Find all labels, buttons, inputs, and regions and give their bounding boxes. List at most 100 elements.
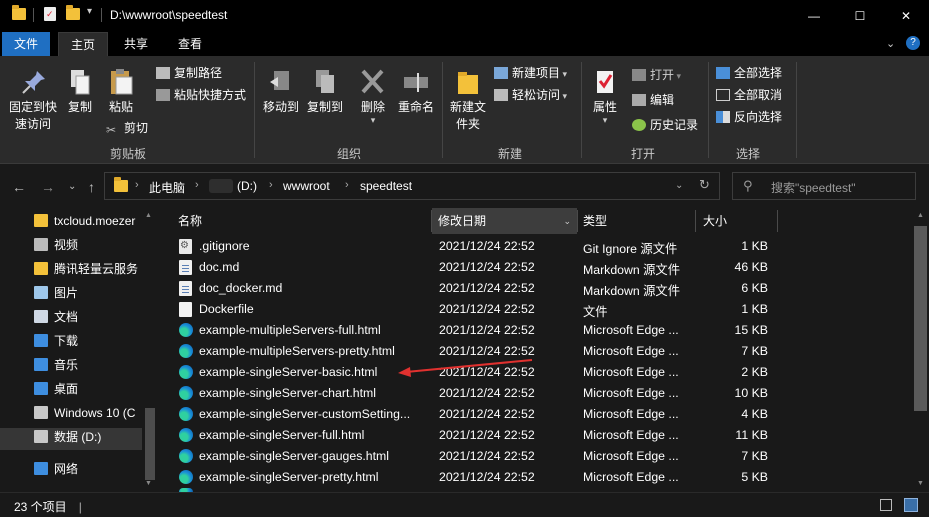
nav-item-label[interactable]: Windows 10 (C bbox=[54, 402, 142, 424]
chevron-right-icon[interactable]: › bbox=[135, 179, 139, 191]
file-row[interactable]: example-singleServer-chart.html 2021/12/2… bbox=[160, 383, 912, 404]
recent-locations-chevron-icon[interactable]: ⌄ bbox=[68, 181, 76, 192]
move-to-label: 移动到 bbox=[262, 100, 299, 114]
file-row[interactable]: Dockerfile 2021/12/24 22:52 文件 1 KB bbox=[160, 299, 912, 320]
paste-icon bbox=[106, 68, 136, 96]
maximize-button[interactable]: ☐ bbox=[837, 0, 883, 32]
address-bar[interactable]: › 此电脑 › (D:) › wwwroot › speedtest ⌄ ↻ bbox=[104, 172, 720, 200]
minimize-button[interactable]: — bbox=[791, 0, 837, 32]
open-button[interactable]: 打开 ▾ bbox=[632, 67, 681, 84]
up-arrow-icon[interactable]: ↑ bbox=[88, 179, 95, 195]
customize-dropdown-icon[interactable]: ▾ bbox=[87, 6, 92, 17]
tab-file[interactable]: 文件 bbox=[2, 32, 51, 56]
file-row[interactable]: doc_docker.md 2021/12/24 22:52 Markdown 源文… bbox=[160, 278, 912, 299]
status-bar: 23 个项目 | bbox=[0, 492, 929, 517]
copy-path-button[interactable]: 复制路径 bbox=[156, 65, 222, 81]
search-box[interactable]: ⚲ 搜索"speedtest" bbox=[732, 172, 916, 200]
pin-quick-access-button[interactable]: 固定到快速访问 bbox=[4, 68, 62, 133]
file-size: 6 KB bbox=[741, 281, 768, 295]
tab-view[interactable]: 查看 bbox=[166, 32, 214, 56]
nav-item-label[interactable]: 网络 bbox=[54, 458, 142, 480]
column-header-name[interactable]: 名称 bbox=[172, 208, 430, 234]
copy-button[interactable]: 复制 bbox=[62, 68, 98, 116]
open-group-label: 打开 bbox=[631, 147, 656, 161]
copy-label: 复制 bbox=[67, 100, 92, 114]
easy-access-button[interactable]: 轻松访问 ▾ bbox=[494, 87, 567, 104]
scroll-up-icon[interactable]: ▲ bbox=[145, 212, 152, 219]
nav-item-label[interactable]: 腾讯轻量云服务 bbox=[54, 258, 142, 280]
scroll-down-icon[interactable]: ▼ bbox=[145, 480, 152, 487]
history-button[interactable]: 历史记录 bbox=[632, 117, 698, 133]
refresh-icon[interactable]: ↻ bbox=[699, 177, 710, 193]
address-history-chevron-icon[interactable]: ⌄ bbox=[675, 180, 683, 191]
copy-to-button[interactable]: 复制到 bbox=[303, 68, 347, 116]
nav-item-label[interactable]: 图片 bbox=[54, 282, 142, 304]
back-arrow-icon[interactable]: ← bbox=[12, 179, 26, 195]
file-row[interactable]: example-singleServer-pretty.html 2021/12/… bbox=[160, 467, 912, 488]
nav-item-label[interactable]: txcloud.moezer bbox=[54, 210, 142, 232]
file-list-scrollbar-thumb[interactable] bbox=[914, 226, 927, 411]
file-row[interactable]: example-singleServer-gauges.html 2021/12/… bbox=[160, 446, 912, 467]
help-icon[interactable]: ? bbox=[906, 36, 920, 50]
tab-share[interactable]: 共享 bbox=[112, 32, 160, 56]
properties-quick-icon[interactable]: ✓ bbox=[44, 7, 56, 21]
rename-button[interactable]: 重命名 bbox=[394, 68, 438, 116]
file-type: Microsoft Edge ... bbox=[583, 470, 679, 484]
copy-to-icon bbox=[310, 68, 340, 96]
nav-item-label[interactable]: 桌面 bbox=[54, 378, 142, 400]
nav-item-label[interactable]: 文档 bbox=[54, 306, 142, 328]
file-row[interactable]: example-multipleServers-pretty.html 2021/… bbox=[160, 341, 912, 362]
details-view-icon[interactable] bbox=[880, 499, 892, 511]
tab-home[interactable]: 主页 bbox=[58, 32, 109, 56]
forward-arrow-icon[interactable]: → bbox=[41, 179, 55, 195]
properties-button[interactable]: 属性 ▾ bbox=[585, 68, 625, 125]
new-item-button[interactable]: 新建项目 ▾ bbox=[494, 65, 567, 82]
windows-drive-icon bbox=[34, 406, 48, 419]
search-placeholder: 搜索"speedtest" bbox=[771, 181, 856, 195]
nav-scrollbar-thumb[interactable] bbox=[145, 408, 155, 480]
breadcrumb-speedtest[interactable]: speedtest bbox=[360, 179, 412, 193]
network-icon bbox=[34, 462, 48, 475]
file-row[interactable]: doc.md 2021/12/24 22:52 Markdown 源文件 46 KB bbox=[160, 257, 912, 278]
chevron-down-icon[interactable]: ⌄ bbox=[563, 208, 571, 234]
chevron-right-icon[interactable]: › bbox=[269, 179, 273, 191]
move-to-button[interactable]: 移动到 bbox=[259, 68, 303, 116]
breadcrumb-this-pc[interactable]: 此电脑 bbox=[149, 179, 185, 196]
edge-icon bbox=[179, 323, 193, 337]
new-folder-quick-icon[interactable] bbox=[66, 5, 80, 20]
edit-button[interactable]: 编辑 bbox=[632, 92, 674, 108]
history-icon bbox=[632, 119, 646, 131]
new-folder-button[interactable]: 新建文件夹 bbox=[446, 68, 490, 133]
cut-button[interactable]: ✂ 剪切 bbox=[106, 120, 148, 136]
file-row[interactable]: example-singleServer-full.html 2021/12/24… bbox=[160, 425, 912, 446]
file-row[interactable]: example-singleServer-customSetting... 202… bbox=[160, 404, 912, 425]
nav-item-label[interactable]: 数据 (D:) bbox=[54, 426, 142, 448]
column-header-date[interactable]: 修改日期 ⌄ bbox=[432, 208, 577, 234]
file-row[interactable]: .gitignore 2021/12/24 22:52 Git Ignore 源文件… bbox=[160, 236, 912, 257]
nav-item-label[interactable]: 音乐 bbox=[54, 354, 142, 376]
scroll-down-icon[interactable]: ▼ bbox=[917, 480, 924, 487]
paste-button[interactable]: 粘贴 bbox=[102, 68, 140, 116]
breadcrumb-wwwroot[interactable]: wwwroot bbox=[283, 179, 330, 193]
close-button[interactable]: ✕ bbox=[883, 0, 929, 32]
picture-icon bbox=[34, 286, 48, 299]
breadcrumb-drive[interactable]: (D:) bbox=[237, 179, 257, 193]
column-header-size[interactable]: 大小 bbox=[697, 208, 777, 234]
delete-button[interactable]: 删除 ▾ bbox=[354, 68, 392, 125]
file-date: 2021/12/24 22:52 bbox=[439, 239, 535, 253]
nav-item-label[interactable]: 视频 bbox=[54, 234, 142, 256]
file-row[interactable]: example-multipleServers-full.html 2021/12… bbox=[160, 320, 912, 341]
select-none-button[interactable]: 全部取消 bbox=[716, 87, 782, 103]
file-name: doc.md bbox=[199, 260, 240, 274]
large-icons-view-icon[interactable] bbox=[904, 498, 918, 512]
file-row[interactable]: example-singleServer-basic.html 2021/12/2… bbox=[160, 362, 912, 383]
column-header-type[interactable]: 类型 bbox=[577, 208, 695, 234]
scroll-up-icon[interactable]: ▲ bbox=[917, 212, 924, 219]
select-all-button[interactable]: 全部选择 bbox=[716, 65, 782, 81]
chevron-right-icon[interactable]: › bbox=[195, 179, 199, 191]
chevron-right-icon[interactable]: › bbox=[345, 179, 349, 191]
nav-item-label[interactable]: 下载 bbox=[54, 330, 142, 352]
invert-selection-button[interactable]: 反向选择 bbox=[716, 109, 782, 125]
chevron-down-icon[interactable]: ⌄ bbox=[886, 37, 895, 50]
paste-shortcut-button[interactable]: 粘贴快捷方式 bbox=[156, 87, 246, 103]
